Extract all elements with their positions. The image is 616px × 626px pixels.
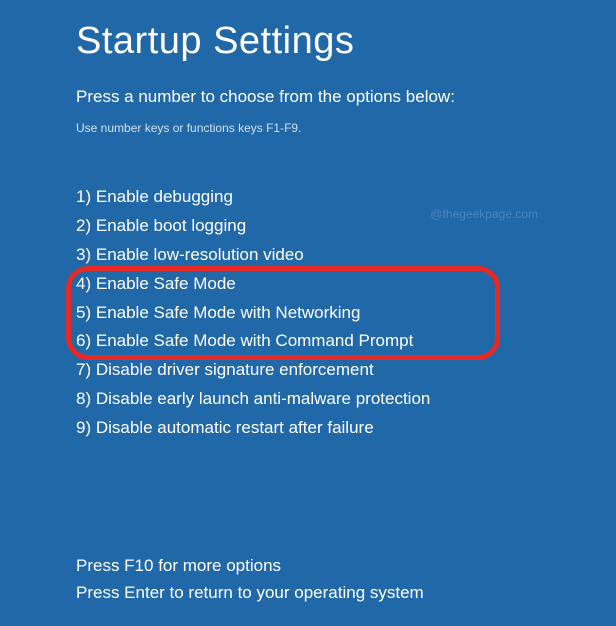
option-6[interactable]: 6) Enable Safe Mode with Command Prompt [76, 327, 616, 356]
hint-text: Use number keys or functions keys F1-F9. [76, 121, 616, 135]
option-5[interactable]: 5) Enable Safe Mode with Networking [76, 299, 616, 328]
option-7[interactable]: 7) Disable driver signature enforcement [76, 356, 616, 385]
footer-return: Press Enter to return to your operating … [76, 579, 424, 606]
option-9[interactable]: 9) Disable automatic restart after failu… [76, 414, 616, 443]
instruction-text: Press a number to choose from the option… [76, 87, 616, 107]
option-4[interactable]: 4) Enable Safe Mode [76, 270, 616, 299]
watermark-text: @thegeekpage.com [430, 207, 538, 221]
option-3[interactable]: 3) Enable low-resolution video [76, 241, 616, 270]
footer-instructions: Press F10 for more options Press Enter t… [76, 552, 424, 606]
options-list: 1) Enable debugging 2) Enable boot loggi… [76, 183, 616, 443]
page-title: Startup Settings [76, 20, 616, 63]
option-8[interactable]: 8) Disable early launch anti-malware pro… [76, 385, 616, 414]
footer-more-options: Press F10 for more options [76, 552, 424, 579]
